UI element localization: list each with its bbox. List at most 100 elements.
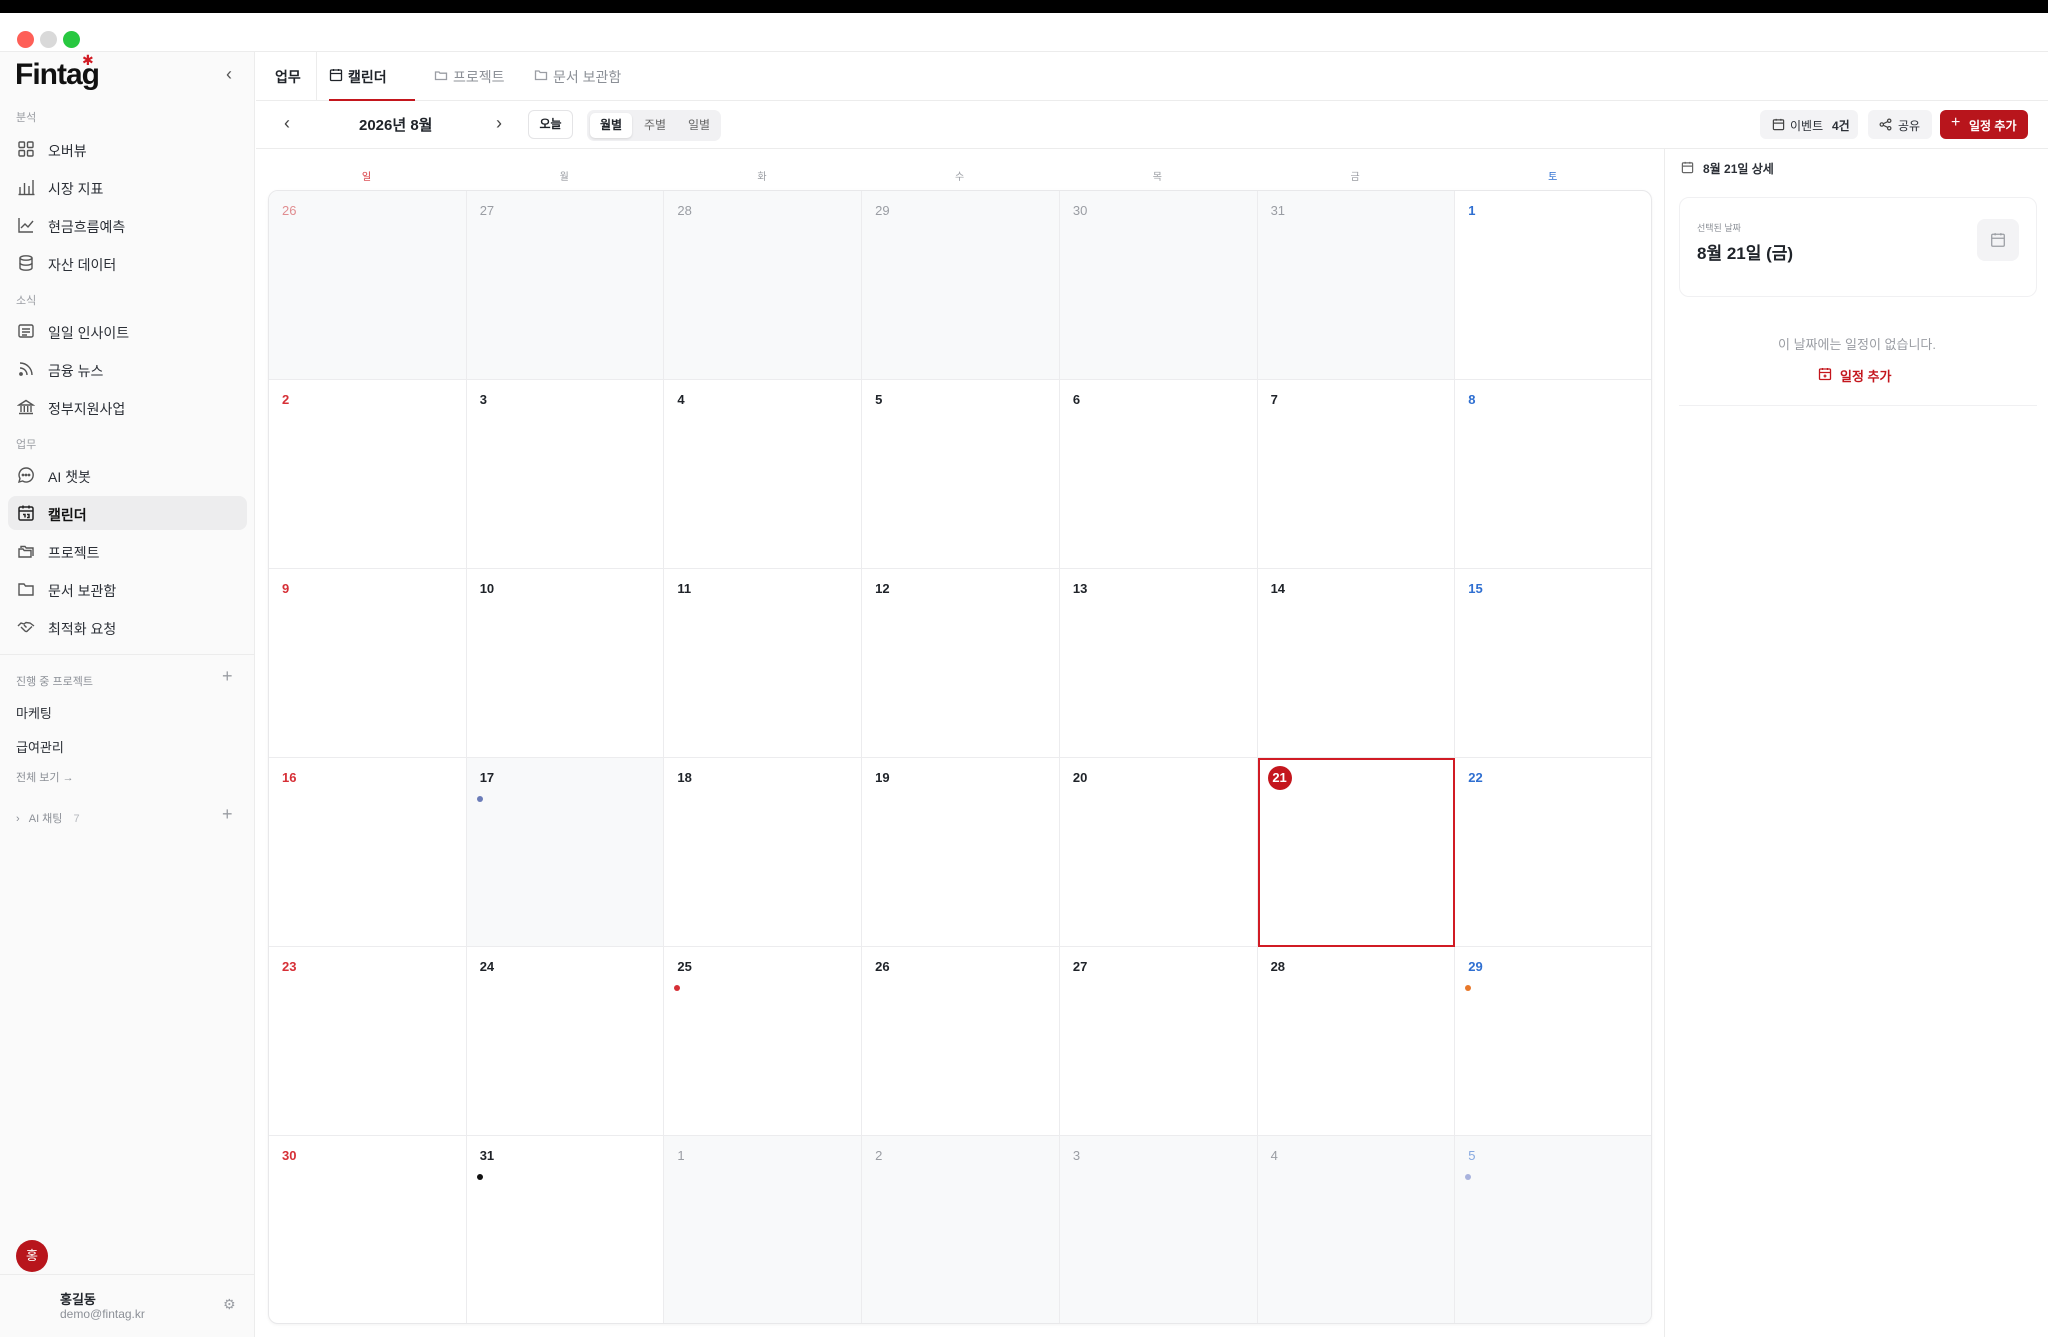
view-day-button[interactable]: 일별	[678, 113, 720, 138]
sidebar-item-overview[interactable]: 오버뷰	[8, 132, 247, 166]
calendar-day-cell[interactable]: 1	[1455, 191, 1651, 380]
calendar-day-cell[interactable]: 26	[269, 191, 467, 380]
events-count-button[interactable]: 이벤트 4건	[1760, 110, 1858, 139]
event-dot[interactable]	[476, 1174, 483, 1180]
sidebar-item-cashflow-forecast[interactable]: 현금흐름예측	[8, 208, 247, 242]
calendar-day-cell[interactable]: 25	[664, 947, 863, 1136]
calendar-day-cell[interactable]: 18	[664, 758, 863, 947]
calendar-day-cell[interactable]: 29	[1455, 947, 1651, 1136]
calendar-day-cell[interactable]: 5	[1455, 1136, 1651, 1323]
next-month-button[interactable]: ›	[496, 113, 502, 134]
bar-chart-icon	[18, 180, 35, 196]
sidebar-item-financial-news[interactable]: 금융 뉴스	[8, 352, 247, 386]
project-item[interactable]: 마케팅	[16, 703, 52, 722]
sidebar-item-ai-chatbot[interactable]: AI 챗봇	[8, 458, 247, 492]
calendar-day-cell[interactable]: 20	[1059, 758, 1258, 947]
calendar-day-cell[interactable]: 9	[269, 569, 467, 758]
today-button[interactable]: 오늘	[528, 110, 573, 139]
day-number: 5	[1468, 1148, 1476, 1163]
calendar-day-cell[interactable]: 5	[862, 380, 1060, 569]
day-number: 11	[677, 581, 692, 596]
calendar-day-cell[interactable]: 10	[466, 569, 665, 758]
tab-calendar[interactable]: 캘린더	[329, 52, 415, 101]
calendar-day-cell[interactable]: 4	[1257, 1136, 1456, 1323]
sidebar-item-documents[interactable]: 문서 보관함	[8, 572, 247, 606]
view-month-button[interactable]: 월별	[590, 113, 632, 138]
calendar-day-cell[interactable]: 2	[862, 1136, 1060, 1323]
add-ai-chat-button[interactable]: +	[222, 804, 233, 825]
rss-icon	[19, 362, 33, 376]
share-button[interactable]: 공유	[1868, 110, 1932, 139]
calendar-day-cell[interactable]: 19	[862, 758, 1060, 947]
sidebar-item-gov-support[interactable]: 정부지원사업	[8, 390, 247, 424]
avatar[interactable]: 홍	[16, 1240, 48, 1272]
user-email: demo@fintag.kr	[60, 1307, 145, 1321]
calendar-day-cell[interactable]: 29	[862, 191, 1060, 380]
view-week-button[interactable]: 주별	[634, 113, 676, 138]
window-minimize-button[interactable]	[40, 31, 57, 48]
project-item[interactable]: 급여관리	[16, 737, 64, 756]
calendar-day-cell[interactable]: 11	[664, 569, 863, 758]
calendar-day-cell[interactable]: 16	[269, 758, 467, 947]
calendar-day-cell[interactable]: 17	[466, 758, 665, 947]
day-number: 1	[677, 1148, 685, 1163]
calendar-day-cell[interactable]: 28	[1257, 947, 1456, 1136]
tab-projects[interactable]: 프로젝트	[434, 52, 514, 101]
line-chart-icon	[18, 218, 34, 233]
calendar-day-cell[interactable]: 28	[664, 191, 863, 380]
view-all-projects-link[interactable]: 전체 보기 →	[16, 769, 74, 785]
weekday-label: 수	[955, 172, 965, 183]
calendar-day-cell[interactable]: 31	[467, 1136, 665, 1323]
calendar-day-cell[interactable]: 2	[269, 380, 467, 569]
add-project-button[interactable]: +	[222, 666, 233, 687]
month-title: 2026년 8월	[359, 117, 433, 134]
calendar-day-cell[interactable]: 15	[1455, 569, 1651, 758]
calendar-day-cell[interactable]: 26	[862, 947, 1060, 1136]
sidebar-item-optimization-request[interactable]: 최적화 요청	[8, 610, 247, 644]
window-close-button[interactable]	[17, 31, 34, 48]
sidebar-item-projects[interactable]: 프로젝트	[8, 534, 247, 568]
calendar-day-cell[interactable]: 8	[1455, 380, 1651, 569]
calendar-day-cell[interactable]: 27	[1059, 947, 1258, 1136]
calendar-day-cell[interactable]: 4	[664, 380, 863, 569]
prev-month-button[interactable]: ‹	[284, 113, 290, 134]
calendar-day-cell[interactable]: 24	[466, 947, 665, 1136]
window-zoom-button[interactable]	[63, 31, 80, 48]
ai-chat-toggle[interactable]: › AI 채팅 7	[16, 810, 80, 826]
calendar-day-cell[interactable]: 3	[466, 380, 665, 569]
calendar-day-cell[interactable]: 30	[1059, 191, 1258, 380]
event-dot[interactable]	[476, 796, 483, 802]
calendar-day-cell[interactable]: 1	[664, 1136, 863, 1323]
event-dot[interactable]	[674, 985, 681, 991]
calendar-day-cell[interactable]: 6	[1059, 380, 1258, 569]
calendar-day-cell[interactable]: 7	[1257, 380, 1456, 569]
sidebar: Fintag ✱ ‹ 분석 오버뷰 시장 지표 현금흐름예측 자산 데이터 소식…	[0, 52, 255, 1337]
calendar-day-cell[interactable]: 31	[1257, 191, 1456, 380]
calendar-day-cell[interactable]: 23	[269, 947, 467, 1136]
calendar-day-cell[interactable]: 12	[862, 569, 1060, 758]
day-number: 16	[282, 770, 297, 785]
weekday-label: 일	[361, 172, 372, 183]
calendar-day-cell[interactable]: 13	[1059, 569, 1258, 758]
calendar-day-cell[interactable]: 30	[269, 1136, 467, 1323]
newspaper-icon	[18, 324, 34, 338]
event-dot[interactable]	[1465, 985, 1472, 991]
calendar-day-cell[interactable]: 3	[1059, 1136, 1258, 1323]
calendar-day-cell[interactable]: 14	[1257, 569, 1456, 758]
settings-icon[interactable]: ⚙	[223, 1296, 236, 1313]
tab-documents[interactable]: 문서 보관함	[534, 52, 634, 101]
calendar-day-cell[interactable]: 27	[466, 191, 665, 380]
sidebar-item-asset-data[interactable]: 자산 데이터	[8, 246, 247, 280]
plus-icon: +	[1951, 114, 1961, 131]
sidebar-item-daily-insight[interactable]: 일일 인사이트	[8, 314, 247, 348]
sidebar-item-market-indicators[interactable]: 시장 지표	[8, 170, 247, 204]
folders-icon	[434, 71, 448, 81]
sidebar-collapse-button[interactable]: ‹	[226, 64, 232, 85]
event-dot[interactable]	[1465, 1174, 1472, 1180]
sidebar-item-calendar[interactable]: 캘린더	[8, 496, 247, 530]
share-icon	[1879, 118, 1892, 131]
calendar-day-cell[interactable]: 22	[1455, 758, 1651, 947]
date-picker-button[interactable]	[1977, 219, 2019, 261]
add-event-button[interactable]: + 일정 추가	[1940, 110, 2028, 139]
calendar-day-cell[interactable]: 21	[1257, 758, 1456, 947]
